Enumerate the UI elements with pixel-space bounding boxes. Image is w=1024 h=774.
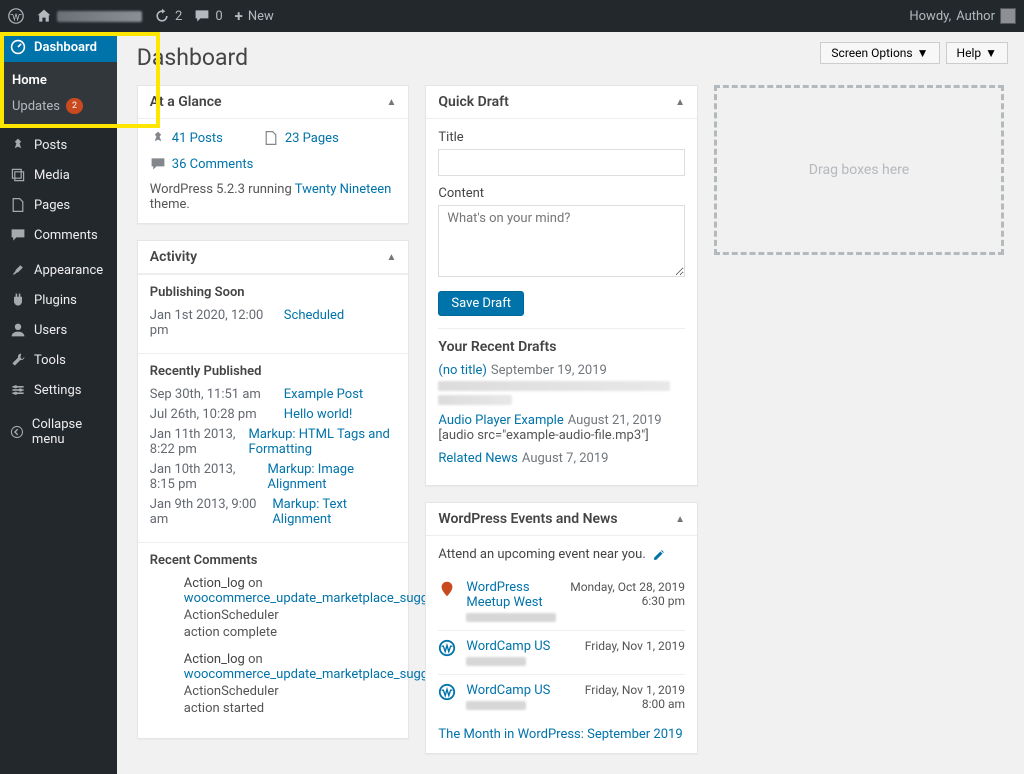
activity-box: Activity▲ Publishing Soon Jan 1st 2020, …: [137, 240, 410, 739]
plus-icon: +: [235, 7, 243, 25]
published-row: Jul 26th, 10:28 pmHello world!: [150, 407, 397, 422]
comment-row: Action_log on woocommerce_update_marketp…: [184, 576, 397, 640]
site-title-blur: [57, 11, 142, 22]
wp-logo[interactable]: [8, 8, 24, 24]
published-row: Jan 11th 2013, 8:22 pmMarkup: HTML Tags …: [150, 427, 397, 457]
quick-draft-box: Quick Draft▲ Title Content Save Draft Yo…: [425, 85, 698, 486]
media-icon: [10, 167, 26, 183]
meetup-icon: [438, 580, 456, 598]
edit-location-icon[interactable]: [652, 548, 666, 562]
wordcamp-icon: [438, 683, 456, 701]
title-label: Title: [438, 130, 685, 145]
site-name[interactable]: [36, 8, 142, 24]
post-link[interactable]: Markup: HTML Tags and Formatting: [249, 427, 397, 457]
wordcamp-icon: [438, 639, 456, 657]
sidebar-item-pages[interactable]: Pages: [0, 190, 117, 220]
main-content: Screen Options ▼ Help ▼ Dashboard At a G…: [117, 32, 1024, 774]
collapse-icon: [10, 424, 24, 440]
help-button[interactable]: Help ▼: [946, 42, 1008, 64]
collapse-menu[interactable]: Collapse menu: [0, 410, 117, 454]
save-draft-button[interactable]: Save Draft: [438, 291, 524, 316]
comment-icon: [194, 8, 210, 24]
drop-zone[interactable]: Drag boxes here: [714, 85, 1004, 255]
home-icon: [36, 8, 52, 24]
content-label: Content: [438, 186, 685, 201]
draft-content-input[interactable]: [438, 205, 685, 277]
toggle-button[interactable]: ▲: [675, 97, 685, 108]
update-count-badge: 2: [66, 98, 83, 114]
admin-sidebar: Dashboard Home Updates 2 Posts Media Pag…: [0, 32, 117, 774]
avatar: [1000, 8, 1016, 24]
draft-link[interactable]: Related News: [438, 451, 518, 466]
event-row: WordPress Meetup West Monday, Oct 28, 20…: [438, 572, 685, 631]
sidebar-item-posts[interactable]: Posts: [0, 130, 117, 160]
sidebar-item-dashboard[interactable]: Dashboard: [0, 32, 117, 62]
glance-posts[interactable]: 41 Posts: [150, 130, 223, 146]
updates-link[interactable]: 2: [154, 8, 182, 24]
wordpress-icon: [8, 8, 24, 24]
event-link[interactable]: WordCamp US: [466, 639, 550, 654]
comments-link[interactable]: 0: [194, 8, 222, 24]
sidebar-item-appearance[interactable]: Appearance: [0, 255, 117, 285]
events-box: WordPress Events and News▲ Attend an upc…: [425, 502, 698, 754]
new-content[interactable]: + New: [235, 7, 274, 25]
screen-options-button[interactable]: Screen Options ▼: [820, 42, 939, 64]
event-link[interactable]: WordCamp US: [466, 683, 550, 698]
page-icon: [263, 130, 279, 146]
draft-item: (no title)September 19, 2019: [438, 363, 685, 405]
scheduled-row: Jan 1st 2020, 12:00 pm Scheduled: [150, 308, 397, 338]
sidebar-item-media[interactable]: Media: [0, 160, 117, 190]
toggle-button[interactable]: ▲: [387, 252, 397, 263]
sidebar-item-tools[interactable]: Tools: [0, 345, 117, 375]
sidebar-item-comments[interactable]: Comments: [0, 220, 117, 250]
pin-icon: [10, 137, 26, 153]
event-row: WordCamp US Friday, Nov 1, 2019: [438, 631, 685, 675]
comment-icon: [150, 156, 166, 172]
glance-pages[interactable]: 23 Pages: [263, 130, 339, 146]
draft-title-input[interactable]: [438, 149, 685, 176]
chevron-down-icon: ▼: [917, 46, 929, 60]
sidebar-item-users[interactable]: Users: [0, 315, 117, 345]
post-link[interactable]: Markup: Text Alignment: [272, 497, 396, 527]
published-row: Sep 30th, 11:51 amExample Post: [150, 387, 397, 402]
event-link[interactable]: WordPress Meetup West: [466, 580, 542, 610]
post-link[interactable]: Hello world!: [284, 407, 353, 422]
event-row: WordCamp US Friday, Nov 1, 20198:00 am: [438, 675, 685, 719]
draft-link[interactable]: (no title): [438, 363, 487, 378]
draft-item: Audio Player ExampleAugust 21, 2019 [aud…: [438, 413, 685, 443]
post-link[interactable]: Example Post: [284, 387, 363, 402]
glance-comments[interactable]: 36 Comments: [150, 156, 397, 172]
draft-item: Related NewsAugust 7, 2019: [438, 451, 685, 466]
update-icon: [154, 8, 170, 24]
page-icon: [10, 197, 26, 213]
sidebar-item-updates[interactable]: Updates 2: [0, 93, 117, 119]
my-account[interactable]: Howdy, Author: [909, 8, 1016, 24]
brush-icon: [10, 262, 26, 278]
theme-link[interactable]: Twenty Nineteen: [295, 182, 392, 197]
draft-link[interactable]: Audio Player Example: [438, 413, 563, 428]
published-row: Jan 9th 2013, 9:00 amMarkup: Text Alignm…: [150, 497, 397, 527]
post-link[interactable]: Markup: Image Alignment: [268, 462, 397, 492]
post-link[interactable]: Scheduled: [284, 308, 344, 338]
dashboard-icon: [10, 39, 26, 55]
user-icon: [10, 322, 26, 338]
news-link[interactable]: The Month in WordPress: September 2019: [438, 727, 685, 742]
at-a-glance-box: At a Glance▲ 41 Posts 23 Pages 36 Commen…: [137, 85, 410, 224]
admin-bar: 2 0 + New Howdy, Author: [0, 0, 1024, 32]
sidebar-item-settings[interactable]: Settings: [0, 375, 117, 405]
sidebar-item-plugins[interactable]: Plugins: [0, 285, 117, 315]
pin-icon: [150, 130, 166, 146]
published-row: Jan 10th 2013, 8:15 pmMarkup: Image Alig…: [150, 462, 397, 492]
settings-icon: [10, 382, 26, 398]
comments-icon: [10, 227, 26, 243]
wrench-icon: [10, 352, 26, 368]
dashboard-submenu: Home Updates 2: [0, 62, 117, 125]
comment-row: Action_log on woocommerce_update_marketp…: [184, 652, 397, 716]
wp-version-text: WordPress 5.2.3 running Twenty Nineteen …: [150, 182, 397, 212]
chevron-down-icon: ▼: [985, 46, 997, 60]
toggle-button[interactable]: ▲: [675, 514, 685, 525]
plugin-icon: [10, 292, 26, 308]
toggle-button[interactable]: ▲: [387, 97, 397, 108]
sidebar-item-home[interactable]: Home: [0, 68, 117, 93]
